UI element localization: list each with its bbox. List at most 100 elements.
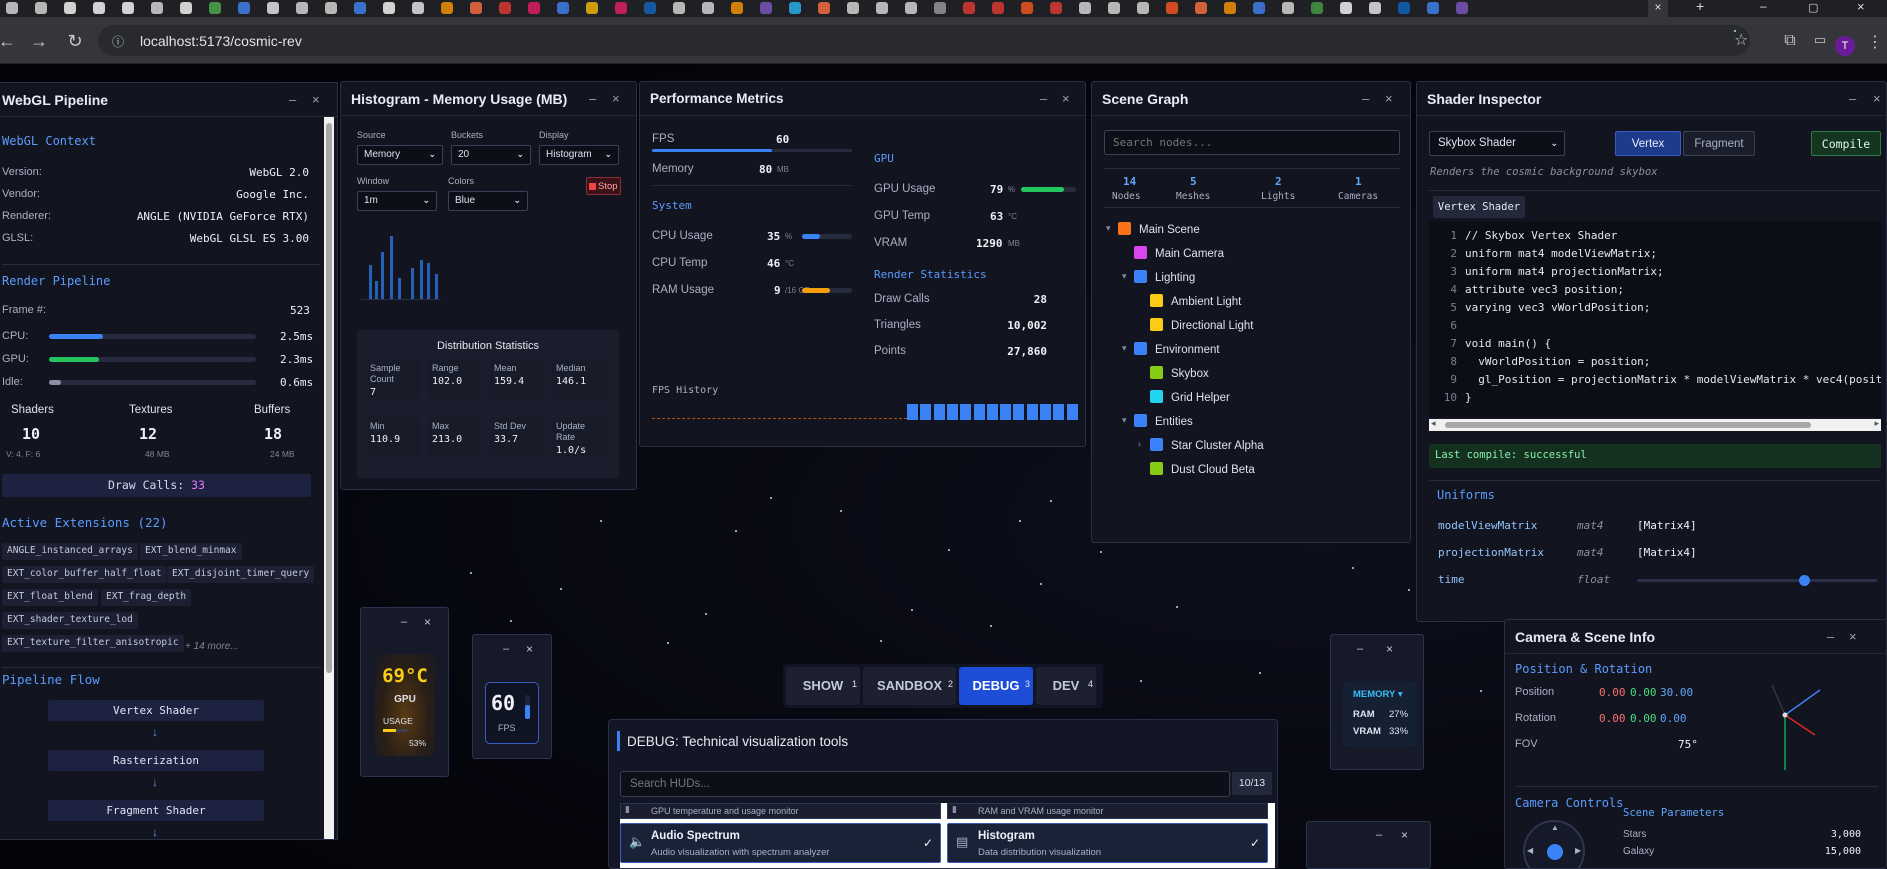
- tab-favicon-icon[interactable]: [6, 2, 18, 14]
- minimize-button[interactable]: –: [1357, 643, 1363, 655]
- minimize-button[interactable]: –: [1040, 91, 1047, 106]
- search-huds-input[interactable]: [620, 771, 1230, 797]
- minimize-button[interactable]: –: [1362, 91, 1369, 106]
- scroll-right-icon[interactable]: ▸: [1874, 418, 1879, 429]
- tab-favicon-icon[interactable]: [586, 2, 598, 14]
- tab-favicon-icon[interactable]: [528, 2, 540, 14]
- site-info-icon[interactable]: ⓘ: [112, 33, 124, 50]
- tab-favicon-icon[interactable]: [209, 2, 221, 14]
- hud-card-partial[interactable]: ▮ GPU temperature and usage monitor: [620, 803, 941, 819]
- tab-favicon-icon[interactable]: [1398, 2, 1410, 14]
- tab-favicon-icon[interactable]: [122, 2, 134, 14]
- mode-button-dev[interactable]: DEV 4: [1036, 667, 1096, 705]
- tab-favicon-icon[interactable]: [1079, 2, 1091, 14]
- panel-header[interactable]: Shader Inspector – ×: [1417, 82, 1886, 116]
- extension-chip[interactable]: ANGLE_instanced_arrays: [2, 543, 138, 560]
- tab-favicon-icon[interactable]: [673, 2, 685, 14]
- tab-favicon-icon[interactable]: [905, 2, 917, 14]
- tab-favicon-icon[interactable]: [1311, 2, 1323, 14]
- back-button[interactable]: ←: [0, 28, 20, 54]
- panel-header[interactable]: Camera & Scene Info – ×: [1505, 620, 1886, 654]
- tab-favicon-icon[interactable]: [1369, 2, 1381, 14]
- expand-chevron-icon[interactable]: ›: [1138, 439, 1141, 449]
- tab-favicon-icon[interactable]: [789, 2, 801, 14]
- scene-node[interactable]: Ambient Light: [1150, 294, 1241, 308]
- expand-chevron-icon[interactable]: ▾: [1122, 271, 1127, 282]
- close-button[interactable]: ×: [312, 92, 320, 107]
- minimize-button[interactable]: –: [589, 91, 596, 106]
- time-slider-thumb[interactable]: [1799, 575, 1810, 586]
- scene-node[interactable]: Dust Cloud Beta: [1150, 462, 1255, 476]
- tab-vertex[interactable]: Vertex: [1615, 131, 1681, 156]
- mode-button-show[interactable]: SHOW 1: [786, 667, 860, 705]
- close-button[interactable]: ×: [1873, 91, 1881, 106]
- close-button[interactable]: ×: [612, 91, 620, 106]
- panel-header[interactable]: Scene Graph – ×: [1092, 82, 1410, 116]
- time-slider[interactable]: [1637, 575, 1877, 586]
- window-select[interactable]: 1m ⌄: [357, 191, 437, 211]
- tab-favicon-icon[interactable]: [1224, 2, 1236, 14]
- tab-favicon-icon[interactable]: [992, 2, 1004, 14]
- tab-favicon-icon[interactable]: [1253, 2, 1265, 14]
- window-maximize-icon[interactable]: ▢: [1808, 1, 1818, 14]
- tab-favicon-icon[interactable]: [818, 2, 830, 14]
- tab-favicon-icon[interactable]: [731, 2, 743, 14]
- tab-favicon-icon[interactable]: [383, 2, 395, 14]
- display-select[interactable]: Histogram ⌄: [539, 145, 619, 165]
- scene-node[interactable]: Skybox: [1150, 366, 1209, 380]
- tab-favicon-icon[interactable]: [963, 2, 975, 14]
- scene-node[interactable]: Main Camera: [1134, 246, 1224, 260]
- extension-chip[interactable]: EXT_shader_texture_lod: [2, 612, 138, 629]
- shader-select[interactable]: Skybox Shader ⌄: [1429, 131, 1565, 156]
- scene-node[interactable]: Grid Helper: [1150, 390, 1230, 404]
- bookmark-star-icon[interactable]: ☆: [1734, 30, 1748, 49]
- address-bar[interactable]: ⓘ localhost:5173/cosmic-rev ☆: [98, 25, 1750, 56]
- tab-favicon-icon[interactable]: [1166, 2, 1178, 14]
- tab-favicon-icon[interactable]: [354, 2, 366, 14]
- gpu-widget[interactable]: – × 69°C GPU USAGE 53%: [360, 607, 449, 777]
- extensions-more[interactable]: + 14 more...: [185, 641, 239, 652]
- chevron-left-icon[interactable]: ◀: [1527, 846, 1533, 855]
- minimize-button[interactable]: –: [503, 643, 509, 655]
- minimize-button[interactable]: –: [401, 616, 407, 628]
- extensions-icon[interactable]: ⧉: [1780, 32, 1800, 52]
- tab-favicon-icon[interactable]: [238, 2, 250, 14]
- code-tab-vertex-shader[interactable]: Vertex Shader: [1433, 196, 1525, 218]
- new-tab-icon[interactable]: +: [1696, 0, 1704, 14]
- fps-widget[interactable]: – × 60 FPS: [472, 634, 552, 759]
- tab-favicon-icon[interactable]: [441, 2, 453, 14]
- tab-favicon-icon[interactable]: [35, 2, 47, 14]
- close-button[interactable]: ×: [1386, 642, 1393, 656]
- panel-header[interactable]: WebGL Pipeline – ×: [0, 83, 337, 117]
- tab-favicon-icon[interactable]: [325, 2, 337, 14]
- hud-card-partial[interactable]: ▮ RAM and VRAM usage monitor: [947, 803, 1268, 819]
- close-button[interactable]: ×: [526, 642, 533, 656]
- minimize-button[interactable]: –: [1376, 829, 1382, 841]
- expand-chevron-icon[interactable]: ▾: [1106, 223, 1111, 234]
- tab-favicon-icon[interactable]: [847, 2, 859, 14]
- tab-favicon-icon[interactable]: [180, 2, 192, 14]
- source-select[interactable]: Memory ⌄: [357, 145, 443, 165]
- joystick-knob[interactable]: [1547, 844, 1563, 860]
- buckets-select[interactable]: 20 ⌄: [451, 145, 531, 165]
- scene-node[interactable]: Main Scene: [1118, 222, 1200, 236]
- memory-widget[interactable]: – × MEMORY ▾ RAM 27% VRAM 33%: [1330, 634, 1424, 770]
- tab-favicon-icon[interactable]: [615, 2, 627, 14]
- tab-favicon-icon[interactable]: [412, 2, 424, 14]
- colors-select[interactable]: Blue ⌄: [448, 191, 528, 211]
- tab-favicon-icon[interactable]: [934, 2, 946, 14]
- tab-favicon-icon[interactable]: [1282, 2, 1294, 14]
- forward-button[interactable]: →: [26, 28, 52, 54]
- tab-favicon-icon[interactable]: [151, 2, 163, 14]
- panel-header[interactable]: Performance Metrics – ×: [640, 82, 1085, 116]
- close-button[interactable]: ×: [424, 615, 431, 629]
- mode-button-sandbox[interactable]: SANDBOX 2: [863, 667, 956, 705]
- window-close-icon[interactable]: ×: [1857, 0, 1865, 14]
- tab-favicon-icon[interactable]: [296, 2, 308, 14]
- panel-header[interactable]: Histogram - Memory Usage (MB) – ×: [341, 82, 636, 116]
- window-minimize-icon[interactable]: –: [1760, 0, 1767, 13]
- stop-button[interactable]: Stop: [586, 177, 621, 195]
- minimize-button[interactable]: –: [289, 92, 296, 107]
- extension-chip[interactable]: EXT_disjoint_timer_query: [167, 566, 315, 583]
- active-tab-close-icon[interactable]: ×: [1648, 0, 1668, 17]
